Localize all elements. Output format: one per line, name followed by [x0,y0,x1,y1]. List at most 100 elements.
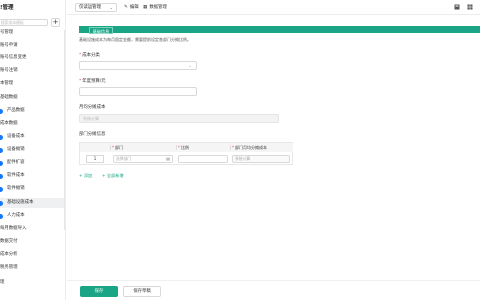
sidebar-item-label: 设备摊销 [7,147,25,152]
section-title: 基础信息 [89,27,113,34]
sidebar-item-label: 软件摊销 [7,186,25,191]
sidebar-item[interactable]: 数据交付 [0,237,65,247]
grid-view-icon[interactable] [467,4,473,10]
required-mark: * [79,53,82,58]
sidebar-add-button[interactable]: + [51,18,60,27]
sidebar-item[interactable]: 账号信息变更 [0,53,65,63]
row-index: 1 [86,155,104,163]
section-header-band: 基础信息 [79,26,480,34]
sidebar-item-label: 基础数据 [0,95,18,100]
cost-category-select[interactable]: ⌄ [79,61,197,70]
sidebar-item[interactable]: 成本数据 [0,119,65,129]
pencil-icon: ✎ [124,5,128,10]
table-header-index [80,143,110,152]
cost-category-label: *成本分类 [79,52,100,58]
sidebar-item-label: 基础设施成本 [7,200,34,205]
workspace-select[interactable]: 仅读运管理 ⌄ [75,3,117,12]
sidebar-item-label: 理 [0,280,5,285]
dept-select-placeholder: 选择部门 [116,156,132,161]
data-manage-label: 数据管理 [149,5,167,10]
table-header-dept: *部门 [110,143,176,152]
sidebar-item[interactable]: 本管理 [0,79,65,89]
dept-share-label: 部门分摊信息 [79,132,106,137]
footer-divider [67,280,480,281]
bullet-icon [0,108,3,114]
add-all-label: 全部新增 [106,173,124,178]
sidebar-item[interactable]: 软件成本 [0,171,65,181]
grid-icon: ▦ [143,5,148,10]
cost-category-label-text: 成本分类 [82,53,100,58]
sidebar-item[interactable]: 账号注销 [0,66,65,76]
workspace-select-value: 仅读运管理 [79,5,101,10]
sidebar-item-label: 人力成本 [7,213,25,218]
sidebar-item-label: 产品数据 [7,108,25,113]
sidebar-item-label: 软件成本 [7,173,25,178]
sidebar-item-label: 成本分析 [0,252,18,257]
sidebar-item[interactable]: 每月数据导入 [0,224,65,234]
sidebar-item[interactable]: 基础设施成本 [0,198,65,208]
add-row-label: 添加 [83,173,93,178]
sidebar-item[interactable]: 产品数据 [0,106,65,116]
sidebar-item[interactable]: 账号申请 [0,41,65,51]
sidebar-item[interactable]: 设备摊销 [0,145,65,155]
annual-budget-input[interactable] [79,87,197,96]
amortized-cost-label: 月均分摊成本 [79,105,106,110]
bullet-icon [0,134,3,140]
sidebar-item-label: 每月数据导入 [0,226,27,231]
sidebar-scrollbar[interactable] [64,30,65,230]
save-button[interactable]: 保存 [80,286,118,297]
sidebar-item[interactable]: 理 [0,278,65,288]
chevron-down-icon: ⌄ [109,5,113,10]
sidebar-item[interactable]: 人力成本 [0,211,65,221]
chevron-down-icon: ⌄ [188,63,192,68]
sidebar-item-label: 数据交付 [0,239,18,244]
ratio-input[interactable] [178,155,228,163]
edit-button[interactable]: ✎ 编辑 [124,4,139,11]
sidebar-item-label: 本管理 [0,81,14,86]
add-all-button[interactable]: + 全部新增 [102,173,124,179]
table-header-dept-text: 部门 [115,145,123,150]
sidebar-title: !管理 [0,5,14,11]
table-header-monthly: *部门月均分摊成本 [230,143,293,152]
annual-budget-label-text: 年度预算/元 [82,79,106,84]
amortized-cost-input: 系统计算 [79,114,279,123]
edit-button-label: 编辑 [129,5,139,10]
sidebar-item-label: 账号注销 [0,68,18,73]
add-row-button[interactable]: + 添加 [79,173,92,179]
form-panel: 基础信息 基础设施成本为每月固定金额，需要提前设定各部门分摊比例。 *成本分类 … [67,16,480,300]
sidebar-item[interactable]: 软件摊销 [0,184,65,194]
sidebar-item[interactable]: 设备成本 [0,132,65,142]
sidebar-item-label: 账号信息变更 [0,55,27,60]
document-icon[interactable] [454,4,460,10]
dept-select[interactable]: 选择部门 ▤ [113,155,173,163]
table-header-monthly-text: 部门月均分摊成本 [235,145,267,150]
required-mark: * [79,79,82,84]
bullet-icon [0,213,3,219]
sidebar-item[interactable]: 配件扩容 [0,158,65,168]
sidebar-item-label: 税务管理 [0,265,18,270]
sidebar-item-label: 设备成本 [7,134,25,139]
bullet-icon [0,186,3,192]
save-draft-button[interactable]: 保存草稿 [123,286,161,297]
toolbar: 仅读运管理 ⌄ ✎ 编辑 ▦ 数据管理 [67,0,480,15]
sidebar-item-label: 号管理 [0,30,14,35]
sidebar-item-label: 成本数据 [0,121,18,126]
section-description: 基础设施成本为每月固定金额，需要提前设定各部门分摊比例。 [79,37,191,42]
bullet-icon [0,200,3,206]
org-icon: ▤ [166,156,170,161]
table-header-ratio-text: 比例 [181,145,189,150]
bullet-icon [0,173,3,179]
data-manage-button[interactable]: ▦ 数据管理 [143,4,167,11]
sidebar-item-label: 配件扩容 [7,160,25,165]
sidebar-item-label: 账号申请 [0,43,18,48]
sidebar-item[interactable]: 基础数据 [0,93,65,103]
sidebar: !管理 搜索成本模板 + 号管理账号申请账号信息变更 账号注销本管理基础数据产品数… [0,0,66,300]
bullet-icon [0,147,3,153]
table-header-ratio: *比例 [176,143,230,152]
monthly-cost-field: 系统计算 [232,155,290,163]
sidebar-item[interactable]: 成本分析 [0,250,65,260]
sidebar-item[interactable]: 税务管理 [0,263,65,273]
dept-share-table: *部门 *比例 *部门月均分摊成本 1 选择部门 ▤ 系统计算 [79,142,293,165]
sidebar-search-input[interactable]: 搜索成本模板 [0,19,48,26]
sidebar-item[interactable]: 号管理 [0,28,65,38]
